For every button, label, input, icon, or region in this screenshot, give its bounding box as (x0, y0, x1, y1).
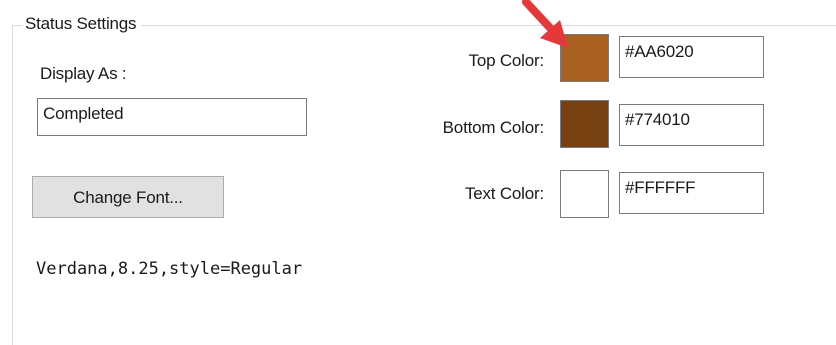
groupbox-title: Status Settings (22, 13, 142, 35)
bottom-color-hex-input[interactable]: #774010 (619, 104, 764, 146)
top-color-hex-input[interactable]: #AA6020 (619, 36, 764, 78)
text-color-swatch[interactable] (560, 170, 609, 218)
font-description: Verdana,8.25,style=Regular (36, 259, 303, 279)
display-as-input[interactable]: Completed (37, 98, 307, 136)
annotation-arrow-icon (522, 0, 568, 48)
bottom-color-label: Bottom Color: (442, 118, 545, 137)
arrow-shaft (522, 0, 556, 34)
bottom-color-swatch[interactable] (560, 100, 609, 148)
display-as-label: Display As : (40, 64, 127, 83)
text-color-hex-input[interactable]: #FFFFFF (619, 172, 764, 214)
text-color-label: Text Color: (464, 184, 544, 203)
change-font-button[interactable]: Change Font... (32, 176, 224, 218)
